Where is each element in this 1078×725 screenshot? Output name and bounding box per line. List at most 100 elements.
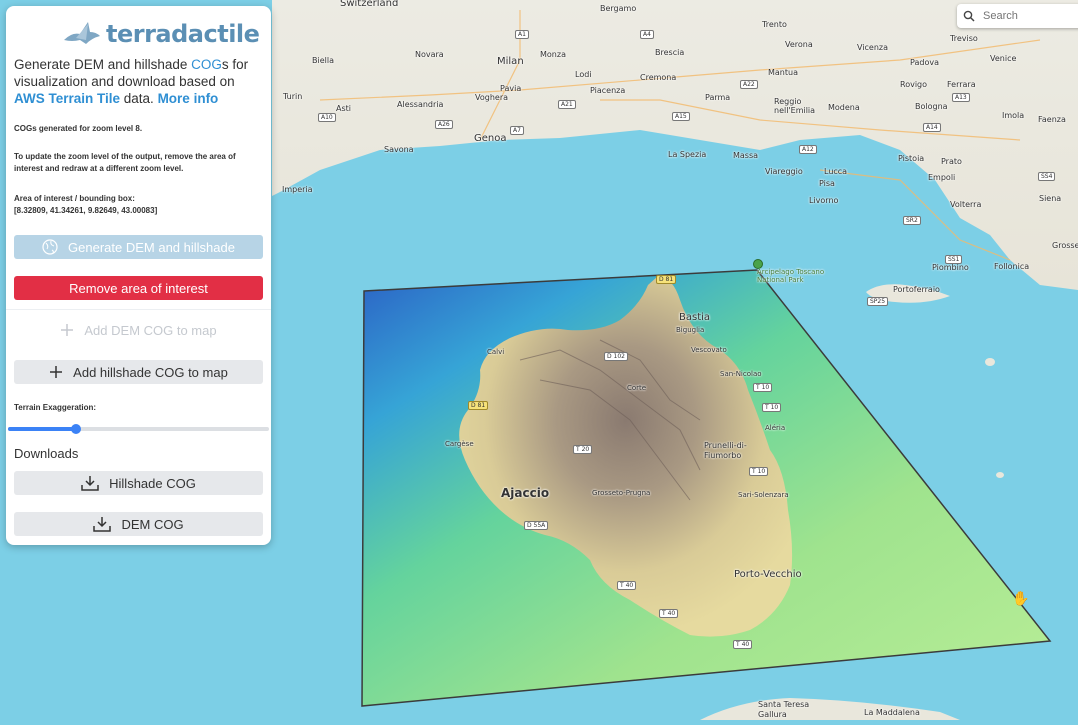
download-hillshade-cog-button[interactable]: Hillshade COG (14, 471, 263, 495)
map-label: Trento (762, 20, 787, 29)
terrain-exaggeration-label: Terrain Exaggeration: (14, 403, 97, 412)
map-label: Empoli (928, 173, 956, 182)
add-dem-label: Add DEM COG to map (84, 322, 217, 338)
map-label: Grosseto (1052, 241, 1078, 250)
generate-label: Generate DEM and hillshade (68, 239, 235, 255)
map-label: Faenza (1038, 115, 1066, 124)
road-shield: SP25 (867, 297, 889, 306)
road-shield: T 10 (753, 383, 773, 392)
map-label: Viareggio (765, 167, 803, 176)
map-label: Biguglia (676, 326, 705, 334)
intro-text: Generate DEM and hillshade COGs for visu… (14, 56, 264, 107)
map-label: Prunelli-di-Fiumorbo (704, 441, 747, 460)
more-info-link[interactable]: More info (158, 91, 219, 106)
road-shield: A22 (740, 80, 758, 89)
map-label: Porto-Vecchio (734, 569, 802, 580)
map-label: Padova (910, 58, 939, 67)
map-label: Turin (283, 92, 303, 101)
map-label: Bergamo (600, 4, 637, 13)
map-label: Parma (705, 93, 731, 102)
map-label: Rovigo (900, 80, 928, 89)
map-label: La Maddalena (864, 708, 920, 717)
map-label: Santa Teresa Gallura (758, 700, 810, 719)
road-shield: T 10 (762, 403, 782, 412)
road-shield: SS1 (945, 255, 963, 264)
search-box[interactable] (957, 4, 1078, 28)
divider (6, 309, 271, 310)
map-label: Ferrara (947, 80, 976, 89)
download-icon (81, 475, 99, 491)
intro-part: data. (120, 91, 158, 106)
map-label: Cargèse (445, 440, 474, 448)
hillshade-cog-label: Hillshade COG (109, 475, 196, 491)
pterodactyl-logo-icon (64, 22, 100, 44)
map-label: Siena (1039, 194, 1062, 203)
map-label: Voghera (475, 93, 509, 102)
map-label: Piacenza (590, 86, 626, 95)
map-label: Corte (627, 384, 647, 392)
control-panel: terradactile Generate DEM and hillshade … (6, 6, 271, 545)
map-label: Grosseto-Prugna (592, 489, 651, 497)
map-label: Reggio nell'Emilia (774, 97, 816, 115)
map-label: San-Nicolao (720, 370, 762, 378)
map-label: Lucca (824, 167, 848, 176)
map-label: Pistoia (898, 154, 925, 163)
dem-cog-label: DEM COG (121, 516, 184, 532)
download-dem-cog-button[interactable]: DEM COG (14, 512, 263, 536)
road-shield: SR2 (903, 216, 921, 225)
map-label: Mantua (768, 68, 798, 77)
remove-aoi-button[interactable]: Remove area of interest (14, 276, 263, 300)
map-label: Novara (415, 50, 444, 59)
road-shield: T 40 (733, 640, 753, 649)
generate-dem-hillshade-button[interactable]: Generate DEM and hillshade (14, 235, 263, 259)
map-label: Lodi (575, 70, 592, 79)
cog-link[interactable]: COG (191, 57, 222, 72)
map-label: Alessandria (397, 100, 444, 109)
road-shield: D 81 (468, 401, 489, 410)
add-dem-cog-button[interactable]: Add DEM COG to map (14, 318, 263, 342)
search-input[interactable] (981, 9, 1075, 23)
terrain-exaggeration-slider[interactable] (8, 424, 269, 434)
map-label: Arcipelago Toscano National Park (757, 268, 825, 284)
intro-part: Generate DEM and hillshade (14, 57, 192, 72)
search-icon (963, 10, 975, 22)
road-shield: A13 (952, 93, 970, 102)
road-shield: A10 (318, 113, 336, 122)
road-shield: T 40 (659, 609, 679, 618)
aws-terrain-tile-link[interactable]: AWS Terrain Tile (14, 91, 120, 106)
aoi-label: Area of interest / bounding box: (14, 194, 135, 203)
park-marker-icon[interactable] (753, 259, 763, 269)
map-label: Cremona (640, 73, 677, 82)
hand-cursor-icon: ✋ (1012, 590, 1030, 606)
add-hillshade-label: Add hillshade COG to map (73, 364, 228, 380)
road-shield: SS4 (1038, 172, 1056, 181)
slider-thumb[interactable] (70, 424, 81, 434)
map-label: Aléria (765, 424, 786, 432)
map-label: Asti (336, 104, 351, 113)
road-shield: D 102 (604, 352, 628, 361)
map-label: Volterra (950, 200, 982, 209)
map-label: Monza (540, 50, 566, 59)
map-label: La Spezia (668, 150, 707, 159)
road-shield: A12 (799, 145, 817, 154)
road-shield: A14 (923, 123, 941, 132)
map-label: Switzerland (340, 0, 399, 9)
app-logo: terradactile (62, 18, 260, 50)
map-label: Vescovato (691, 346, 727, 354)
road-shield: D 81 (656, 275, 677, 284)
map-label: Bastia (679, 312, 711, 323)
map-label: Massa (733, 151, 759, 160)
slider-fill (8, 427, 76, 431)
downloads-title: Downloads (14, 446, 79, 461)
road-shield: A26 (435, 120, 453, 129)
map-label: Vicenza (857, 43, 889, 52)
map-label: Pisa (819, 179, 835, 188)
map-label: Verona (785, 40, 813, 49)
map-label: Imola (1002, 111, 1025, 120)
map-label: Follonica (994, 262, 1030, 271)
add-hillshade-cog-button[interactable]: Add hillshade COG to map (14, 360, 263, 384)
map-label: Ajaccio (501, 486, 550, 500)
map-label: Calvi (487, 348, 505, 356)
logo-text: terradactile (106, 20, 260, 48)
map-label: Savona (384, 145, 414, 154)
